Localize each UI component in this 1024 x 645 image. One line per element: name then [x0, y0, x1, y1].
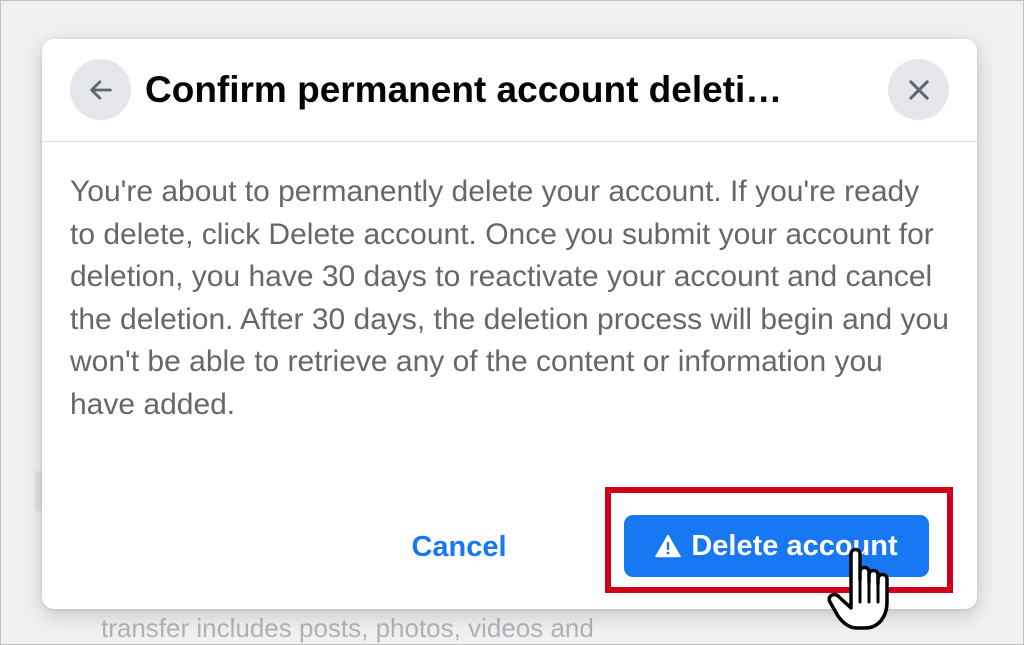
- background-partial-text: transfer includes posts, photos, videos …: [101, 613, 594, 643]
- close-button[interactable]: [888, 59, 949, 120]
- dialog-message: You're about to permanently delete your …: [70, 175, 949, 421]
- screenshot-frame: transfer includes posts, photos, videos …: [0, 0, 1024, 645]
- close-icon: [908, 79, 929, 100]
- warning-triangle-icon: [655, 534, 682, 558]
- hand-pointer-icon: [827, 547, 889, 630]
- cancel-button[interactable]: Cancel: [394, 523, 524, 571]
- cancel-button-label: Cancel: [411, 530, 507, 563]
- dialog-header: Confirm permanent account deleti…: [42, 39, 977, 142]
- dialog-title: Confirm permanent account deleti…: [145, 69, 783, 110]
- arrow-left-icon: [89, 79, 112, 100]
- back-button[interactable]: [70, 59, 131, 120]
